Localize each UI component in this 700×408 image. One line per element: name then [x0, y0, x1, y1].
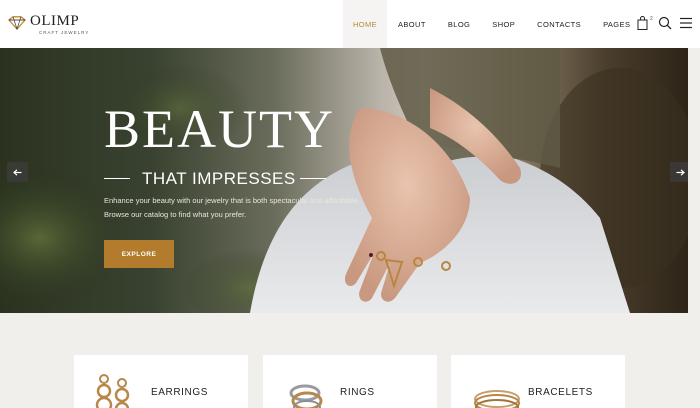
page-scrollbar[interactable]: [688, 48, 700, 408]
subtitle-divider-right: [300, 178, 326, 179]
rings-image: [289, 384, 323, 408]
earrings-image: [95, 374, 130, 408]
category-bracelets[interactable]: BRACELETS: [451, 355, 625, 408]
category-rings[interactable]: RINGS: [263, 355, 437, 408]
slider-next-button[interactable]: [670, 162, 688, 182]
hero-subtitle: THAT IMPRESSES: [142, 169, 296, 188]
nav-home[interactable]: HOME: [343, 0, 387, 48]
category-label: BRACELETS: [528, 387, 593, 398]
cart-count-badge: 2: [650, 16, 653, 22]
hamburger-menu-icon[interactable]: [679, 16, 693, 30]
subtitle-divider-left: [104, 178, 130, 179]
diamond-logo-icon: [8, 16, 26, 30]
arrow-right-icon: [676, 168, 685, 176]
hero-photo: [0, 48, 688, 313]
logo-title: OLIMP: [30, 13, 80, 29]
nav-blog[interactable]: BLOG: [448, 0, 470, 48]
nav-contacts[interactable]: CONTACTS: [537, 0, 581, 48]
hero-banner: BEAUTY THAT IMPRESSES Enhance your beaut…: [0, 48, 688, 313]
shopping-bag-icon[interactable]: [637, 16, 648, 30]
site-header: OLIMP CRAFT JEWELRY HOME ABOUT BLOG SHOP…: [0, 0, 700, 48]
logo-tagline: CRAFT JEWELRY: [39, 30, 90, 35]
bracelets-image: [474, 390, 520, 408]
hero-description: Enhance your beauty with our jewelry tha…: [104, 196, 360, 219]
arrow-left-icon: [13, 168, 22, 176]
logo[interactable]: OLIMP CRAFT JEWELRY: [8, 12, 88, 38]
search-icon[interactable]: [658, 16, 672, 30]
hero-title: BEAUTY: [104, 99, 335, 159]
nav-shop[interactable]: SHOP: [492, 0, 515, 48]
nav-about[interactable]: ABOUT: [398, 0, 426, 48]
explore-button[interactable]: EXPLORE: [104, 240, 174, 268]
page: OLIMP CRAFT JEWELRY HOME ABOUT BLOG SHOP…: [0, 0, 700, 408]
nav-pages[interactable]: PAGES: [603, 0, 630, 48]
category-earrings[interactable]: EARRINGS: [74, 355, 248, 408]
slider-prev-button[interactable]: [7, 162, 28, 182]
category-label: RINGS: [340, 387, 375, 398]
category-label: EARRINGS: [151, 387, 209, 398]
main-nav: HOME ABOUT BLOG SHOP CONTACTS PAGES: [343, 0, 630, 48]
